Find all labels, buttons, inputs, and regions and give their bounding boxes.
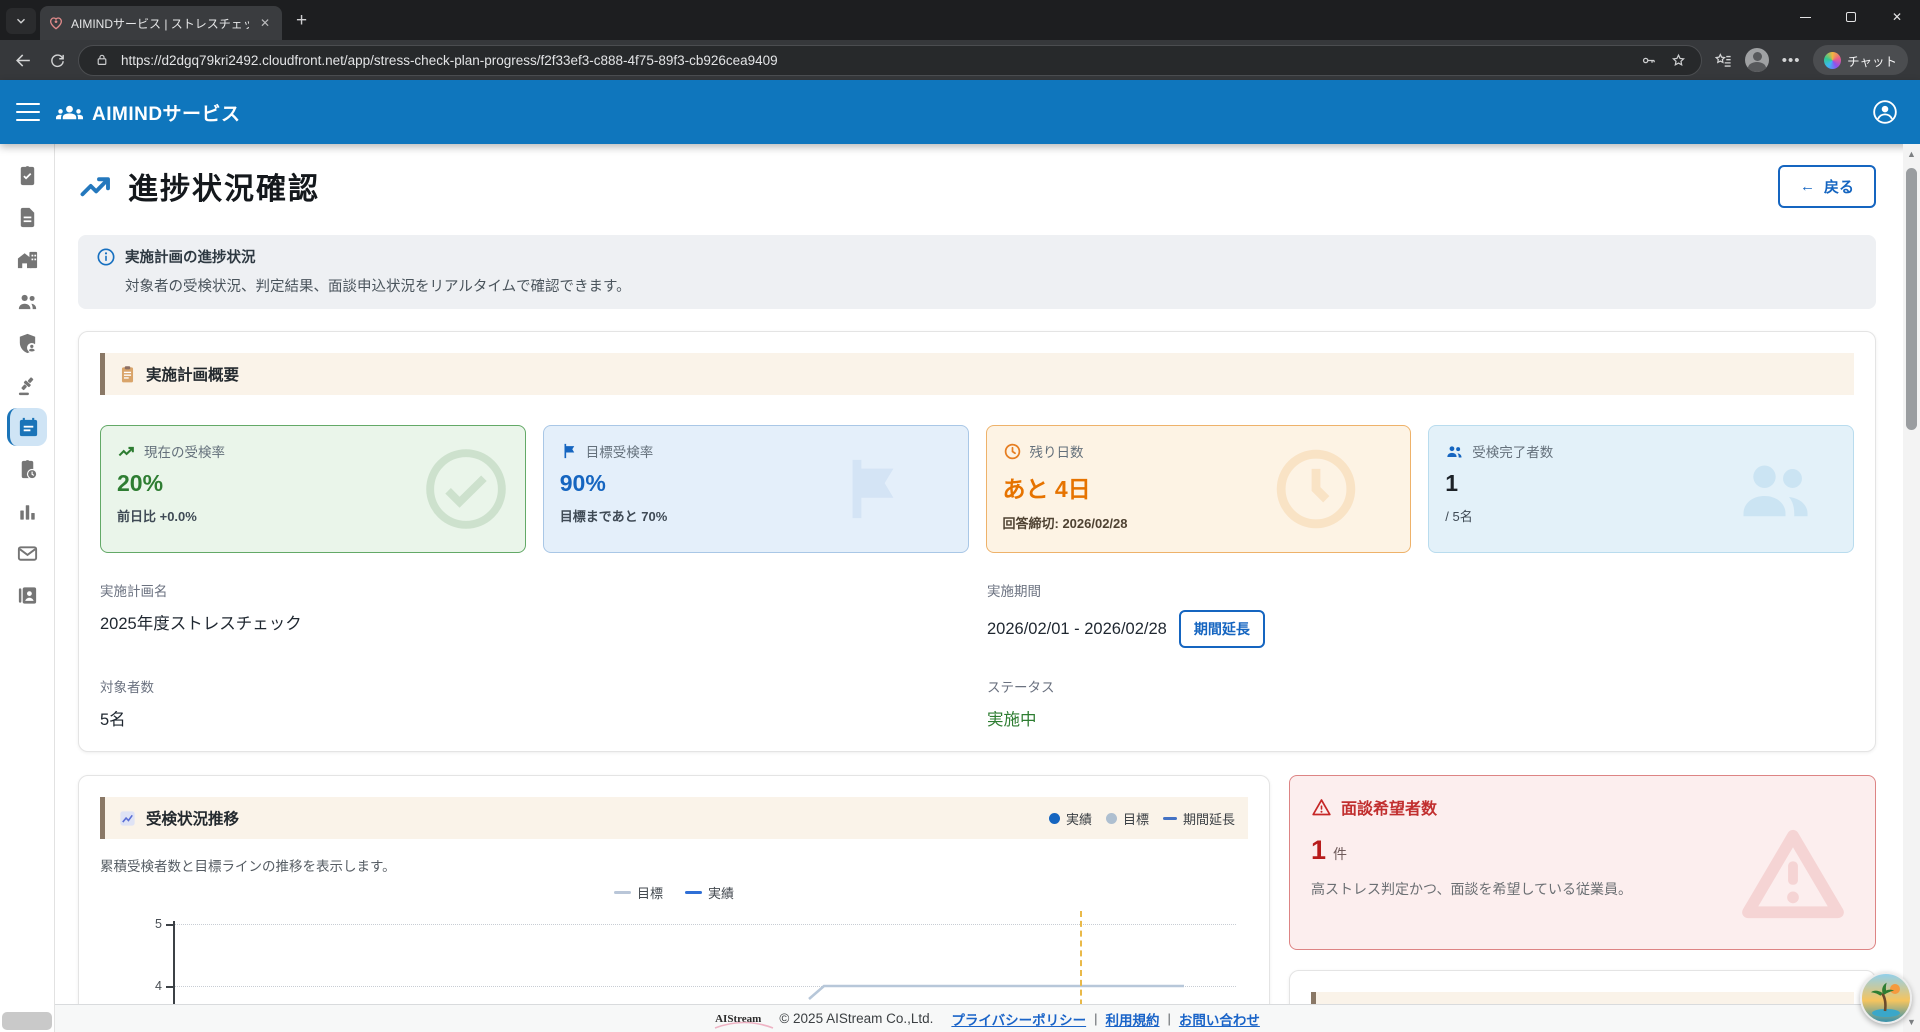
stat-completed-count: 受検完了者数 1 / 5名 bbox=[1428, 425, 1854, 553]
aistream-logo: AIStream bbox=[714, 1013, 774, 1029]
url-text: https://d2dgq79kri2492.cloudfront.net/ap… bbox=[121, 52, 778, 68]
tab-search-chevron-icon[interactable] bbox=[6, 8, 36, 34]
browser-profile-avatar[interactable] bbox=[1745, 48, 1770, 72]
lock-icon bbox=[91, 49, 113, 71]
tab-favicon bbox=[49, 17, 63, 30]
flag-icon bbox=[564, 443, 574, 459]
sidebar-item-shield-account[interactable] bbox=[7, 324, 47, 362]
extend-period-button[interactable]: 期間延長 bbox=[1178, 610, 1265, 648]
field-target-count: 対象者数 5名 bbox=[100, 680, 154, 729]
scrollbar-thumb[interactable] bbox=[1906, 168, 1917, 430]
bookmark-star-icon[interactable] bbox=[1667, 49, 1689, 71]
chart-icon bbox=[120, 810, 135, 826]
legend-dash-extension bbox=[1162, 817, 1177, 820]
section-title: 実施計画概要 bbox=[146, 367, 240, 384]
app-title: AIMINDサービス bbox=[92, 103, 241, 125]
window-close-button[interactable]: ✕ bbox=[1874, 0, 1920, 34]
sidebar-item-clipboard-check[interactable] bbox=[7, 156, 47, 194]
stat-current-rate: 現在の受検率 20% 前日比 +0.0% bbox=[100, 425, 526, 553]
page-scrollbar[interactable]: ▲ ▼ bbox=[1903, 144, 1920, 1032]
info-icon bbox=[97, 248, 115, 265]
sidebar-item-document[interactable] bbox=[7, 198, 47, 236]
flag-watermark-icon bbox=[852, 459, 893, 519]
browser-menu-icon[interactable]: ••• bbox=[1778, 47, 1804, 73]
info-alert: 実施計画の進捗状況 対象者の受検状況、判定結果、面談申込状況をリアルタイムで確認… bbox=[78, 235, 1876, 309]
privacy-policy-link[interactable]: プライバシーポリシー bbox=[951, 1009, 1086, 1029]
address-bar[interactable]: https://d2dgq79kri2492.cloudfront.net/ap… bbox=[78, 44, 1703, 76]
stat-days-left: 残り日数 あと 4日 回答締切: 2026/02/28 bbox=[985, 425, 1412, 553]
interview-request-card: 面談希望者数 1 件 高ストレス判定かつ、面談を希望している従業員。 bbox=[1289, 775, 1876, 950]
plan-overview-card: 実施計画概要 現在の受検率 20% 前日比 +0.0% 目標受検率 90% 目標… bbox=[78, 331, 1876, 752]
refresh-button[interactable] bbox=[44, 47, 70, 73]
alert-title: 面談希望者数 bbox=[1341, 801, 1438, 818]
sidebar-nav bbox=[0, 144, 55, 1032]
trending-up-icon bbox=[80, 177, 110, 197]
copilot-icon bbox=[1824, 51, 1842, 69]
password-key-icon[interactable] bbox=[1637, 49, 1659, 71]
favorites-hub-icon[interactable] bbox=[1710, 47, 1736, 73]
browser-tab[interactable]: AIMINDサービス | ストレスチェック×デジ ✕ bbox=[40, 6, 282, 40]
copilot-chat-button[interactable]: チャット bbox=[1813, 45, 1908, 75]
tab-title: AIMINDサービス | ストレスチェック×デジ bbox=[71, 16, 249, 31]
app-header: AIMINDサービス bbox=[0, 80, 1920, 144]
new-tab-button[interactable]: + bbox=[296, 11, 307, 30]
interview-count: 1 bbox=[1311, 835, 1327, 865]
sidebar-scroll-thumb[interactable] bbox=[2, 1012, 52, 1030]
app-logo[interactable]: AIMINDサービス bbox=[56, 99, 241, 126]
hamburger-menu-icon[interactable] bbox=[16, 103, 40, 121]
scroll-up-icon[interactable]: ▲ bbox=[1905, 149, 1918, 159]
sidebar-item-gavel[interactable] bbox=[7, 366, 47, 404]
back-arrow-icon: ← bbox=[1799, 177, 1815, 195]
terms-link[interactable]: 利用規約 bbox=[1106, 1009, 1160, 1029]
stat-target-rate: 目標受検率 90% 目標まであと 70% bbox=[542, 425, 969, 553]
sidebar-item-bar-chart[interactable] bbox=[7, 492, 47, 530]
palm-island-sticker[interactable] bbox=[1860, 972, 1912, 1024]
sidebar-item-event-note-active[interactable] bbox=[7, 408, 47, 446]
plan-overview-header: 実施計画概要 bbox=[100, 353, 1854, 395]
exam-progress-chart-card: 受検状況推移 実績 目標 期間延長 累積受検者数と目標ラインの推移を表示します。 bbox=[78, 775, 1270, 1032]
legend-dot-actual bbox=[1048, 813, 1060, 824]
warning-watermark-icon bbox=[1742, 829, 1844, 919]
field-plan-name: 実施計画名 2025年度ストレスチェック bbox=[100, 584, 302, 633]
chart-subtitle: 累積受検者数と目標ラインの推移を表示します。 bbox=[100, 859, 396, 874]
status-value: 実施中 bbox=[987, 711, 1037, 729]
page-footer: AIStream © 2025 AIStream Co.,Ltd. プライバシー… bbox=[55, 1004, 1920, 1032]
clipboard-icon bbox=[121, 365, 134, 382]
window-minimize-button[interactable] bbox=[1782, 0, 1828, 34]
browser-window: AIMINDサービス | ストレスチェック×デジ ✕ + ✕ https://d… bbox=[0, 0, 1920, 1032]
sidebar-item-clipboard-clock[interactable] bbox=[7, 450, 47, 488]
field-status: ステータス 実施中 bbox=[987, 676, 1854, 730]
window-restore-button[interactable] bbox=[1828, 0, 1874, 34]
section-title: 受検状況推移 bbox=[146, 811, 240, 828]
sidebar-item-contact-badge[interactable] bbox=[7, 576, 47, 614]
info-description: 対象者の受検状況、判定結果、面談申込状況をリアルタイムで確認できます。 bbox=[125, 279, 631, 295]
warning-icon bbox=[1312, 798, 1331, 815]
page-title: 進捗状況確認 bbox=[128, 173, 320, 206]
legend-dot-target bbox=[1105, 813, 1117, 824]
sidebar-item-people[interactable] bbox=[7, 282, 47, 320]
sidebar-item-home-work[interactable] bbox=[7, 240, 47, 278]
scroll-down-icon[interactable]: ▼ bbox=[1905, 1017, 1918, 1027]
trending-up-icon bbox=[118, 446, 134, 456]
copyright-text: © 2025 AIStream Co.,Ltd. bbox=[779, 1011, 934, 1026]
back-button-app[interactable]: ← 戻る bbox=[1777, 164, 1876, 208]
field-period: 実施期間 2026/02/01 - 2026/02/28 期間延長 bbox=[987, 580, 1854, 648]
clock-icon bbox=[1004, 443, 1020, 459]
tab-close-icon[interactable]: ✕ bbox=[256, 14, 274, 32]
account-icon[interactable] bbox=[1872, 99, 1898, 125]
main-content: 進捗状況確認 ← 戻る 実施計画の進捗状況 対象者の受検状況、判定結果、面談申込… bbox=[55, 144, 1920, 1032]
info-title: 実施計画の進捗状況 bbox=[125, 250, 256, 266]
people-watermark-icon bbox=[1743, 465, 1808, 517]
chart-header-legend: 実績 目標 期間延長 bbox=[1048, 809, 1235, 829]
browser-toolbar: https://d2dgq79kri2492.cloudfront.net/ap… bbox=[0, 40, 1920, 80]
browser-titlebar: AIMINDサービス | ストレスチェック×デジ ✕ + ✕ bbox=[0, 0, 1920, 40]
groups-icon bbox=[56, 105, 83, 119]
check-circle-watermark-icon bbox=[425, 449, 506, 529]
people-icon bbox=[1447, 445, 1462, 457]
back-button[interactable] bbox=[10, 47, 36, 73]
contact-link[interactable]: お問い合わせ bbox=[1179, 1009, 1260, 1029]
chart-section-header: 受検状況推移 実績 目標 期間延長 bbox=[100, 797, 1248, 839]
clock-watermark-icon bbox=[1277, 449, 1356, 529]
sidebar-item-mail[interactable] bbox=[7, 534, 47, 572]
